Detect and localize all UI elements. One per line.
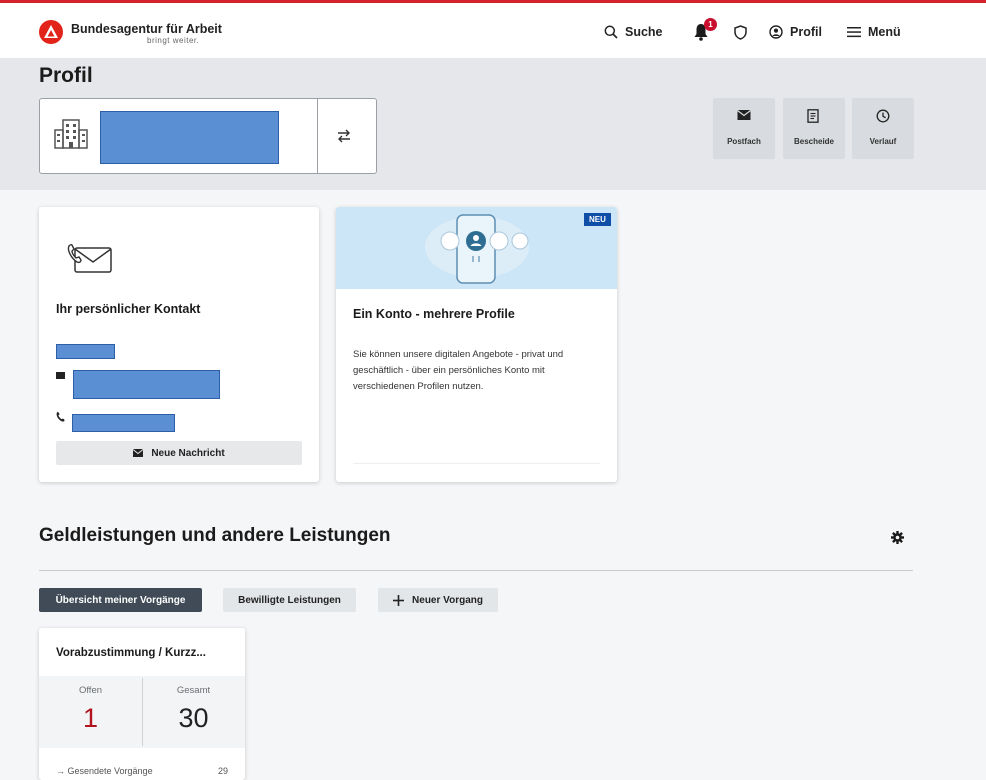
section-title: Geldleistungen und andere Leistungen xyxy=(39,525,391,546)
menu-label: Menü xyxy=(868,25,901,39)
konto-description: Sie können unsere digitalen Angebote - p… xyxy=(353,349,564,392)
redacted-profile-name xyxy=(100,111,279,164)
hamburger-icon xyxy=(847,27,861,38)
open-label: Offen xyxy=(78,685,103,696)
contact-heading: Ihr persönlicher Kontakt xyxy=(56,302,201,316)
user-circle-icon xyxy=(769,25,783,39)
open-count: 1 xyxy=(82,703,99,733)
ba-logo[interactable] xyxy=(39,20,63,44)
profiles-phone-illustration xyxy=(425,214,529,284)
notification-badge: 1 xyxy=(704,18,717,31)
envelope-icon xyxy=(737,110,751,120)
swap-arrows-icon[interactable] xyxy=(336,129,352,143)
sent-processes-row[interactable]: → Gesendete Vorgänge 29 xyxy=(56,766,228,776)
shield-icon[interactable] xyxy=(734,25,747,40)
konto-promo-card: NEU Ein Konto - mehrere Profile Sie könn… xyxy=(336,207,617,482)
mail-phone-icon xyxy=(67,243,112,273)
search-button[interactable]: Suche xyxy=(604,25,663,39)
konto-illustration: NEU xyxy=(336,207,617,289)
konto-divider xyxy=(353,463,600,464)
envelope-icon xyxy=(133,449,144,457)
sent-count: 29 xyxy=(217,766,228,776)
document-icon xyxy=(807,109,819,123)
tab-uebersicht[interactable]: Übersicht meiner Vorgänge xyxy=(39,588,202,612)
plus-icon xyxy=(393,594,405,606)
logo-icon xyxy=(44,25,58,38)
brand-tagline: bringt weiter. xyxy=(147,36,200,45)
tab-bewilligte-leistungen[interactable]: Bewilligte Leistungen xyxy=(223,588,356,612)
vorgang-title: Vorabzustimmung / Kurzz... xyxy=(56,647,206,659)
new-message-label: Neue Nachricht xyxy=(151,447,225,459)
konto-heading: Ein Konto - mehrere Profile xyxy=(353,307,515,321)
menu-button[interactable]: Menü xyxy=(847,25,901,39)
bescheide-button[interactable]: Bescheide xyxy=(783,98,845,159)
tab-neuer-vorgang[interactable]: Neuer Vorgang xyxy=(378,588,498,612)
clock-icon xyxy=(876,109,890,123)
building-icon xyxy=(54,119,88,149)
redacted-contact-name xyxy=(56,344,115,359)
redacted-phone xyxy=(72,414,175,432)
neu-badge: NEU xyxy=(584,213,611,226)
search-label: Suche xyxy=(625,25,663,39)
contact-card: Ihr persönlicher Kontakt Neue Nachricht xyxy=(39,207,319,482)
vorgang-card[interactable]: Vorabzustimmung / Kurzz... Offen 1 Gesam… xyxy=(39,628,245,780)
profile-divider xyxy=(317,99,318,173)
verlauf-button[interactable]: Verlauf xyxy=(852,98,914,159)
section-divider xyxy=(39,570,913,571)
postfach-button[interactable]: Postfach xyxy=(713,98,775,159)
brand-name: Bundesagentur für Arbeit xyxy=(71,22,222,36)
email-small-icon xyxy=(56,372,65,379)
bescheide-label: Bescheide xyxy=(793,137,835,146)
sent-label: → Gesendete Vorgänge xyxy=(56,766,153,776)
new-message-button[interactable]: Neue Nachricht xyxy=(56,441,302,465)
search-icon xyxy=(604,25,618,39)
phone-icon xyxy=(56,412,65,422)
top-navigation-bar: Bundesagentur für Arbeit bringt weiter. … xyxy=(0,0,986,58)
gear-icon[interactable] xyxy=(891,531,904,544)
tab-neuer-vorgang-label: Neuer Vorgang xyxy=(412,594,483,606)
total-count: 30 xyxy=(178,703,209,733)
profile-switcher[interactable] xyxy=(39,98,377,174)
total-label: Gesamt xyxy=(176,685,211,696)
redacted-email xyxy=(73,370,220,399)
page-title: Profil xyxy=(39,64,93,87)
profile-label: Profil xyxy=(790,25,822,39)
profile-button[interactable]: Profil xyxy=(769,25,822,39)
postfach-label: Postfach xyxy=(727,137,761,146)
verlauf-label: Verlauf xyxy=(869,137,897,146)
